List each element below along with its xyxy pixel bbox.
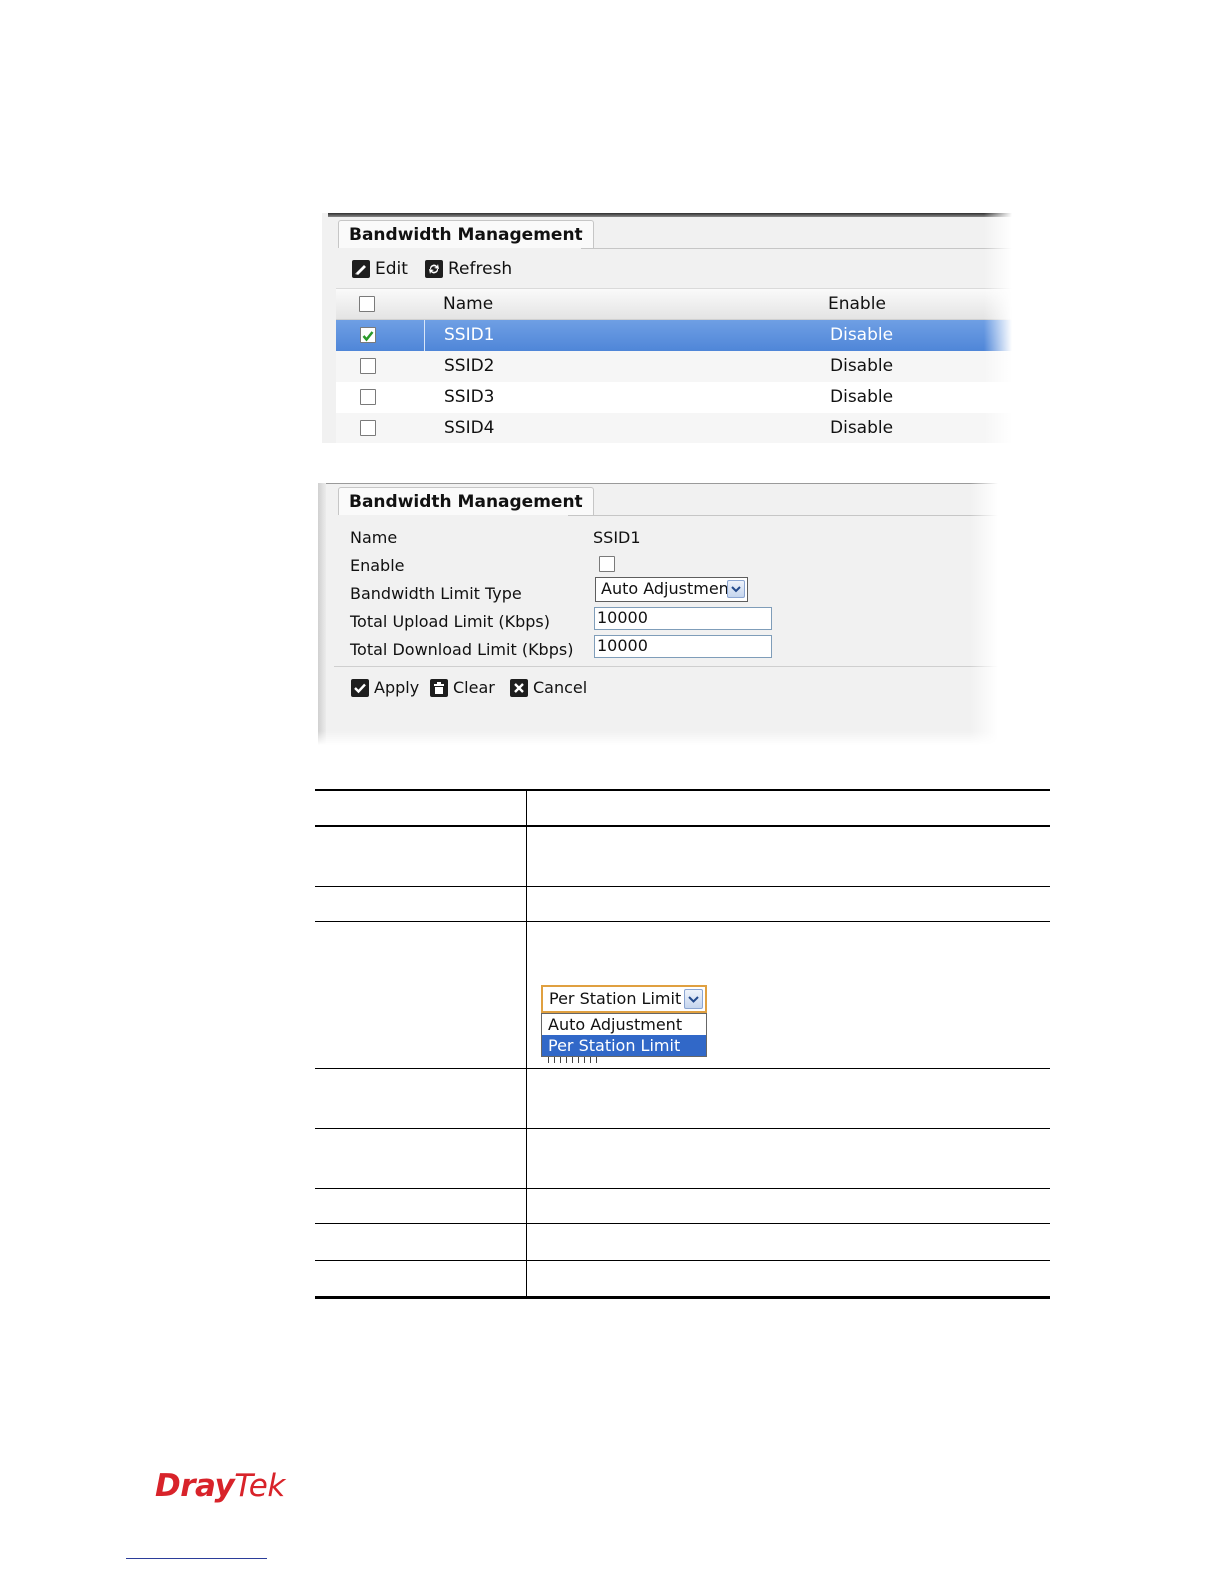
row-name: SSID1 xyxy=(444,325,495,345)
name-label: Name xyxy=(350,528,398,547)
refresh-icon xyxy=(425,260,443,278)
table-row-rule xyxy=(315,886,1050,887)
tab-bandwidth-management[interactable]: Bandwidth Management xyxy=(338,220,594,248)
column-header-name[interactable]: Name xyxy=(443,289,493,319)
apply-label: Apply xyxy=(374,678,420,697)
download-limit-label: Total Download Limit (Kbps) xyxy=(350,640,574,659)
row-enable: Disable xyxy=(830,418,894,438)
edge-fade xyxy=(970,483,998,745)
table-top-rule xyxy=(315,789,1050,791)
logo-text-dray: Dray xyxy=(155,1468,235,1504)
panel-top-border xyxy=(328,213,1012,217)
table-row[interactable]: SSID4 Disable xyxy=(336,413,1012,443)
tab-baseline xyxy=(581,248,1012,249)
upload-limit-input[interactable]: 10000 xyxy=(594,607,772,630)
form-divider xyxy=(334,666,998,667)
dropdown-option[interactable]: Per Station Limit xyxy=(542,1035,706,1056)
limit-type-dropdown-list: Auto Adjustment Per Station Limit xyxy=(541,1013,707,1057)
row-checkbox[interactable] xyxy=(360,389,376,405)
panel-left-border xyxy=(318,483,326,745)
table-header: Name Enable xyxy=(336,288,1012,320)
name-value: SSID1 xyxy=(593,528,641,547)
bandwidth-limit-type-label: Bandwidth Limit Type xyxy=(350,584,522,603)
table-bottom-rule xyxy=(315,1296,1050,1299)
cancel-label: Cancel xyxy=(533,678,588,697)
chevron-down-icon xyxy=(727,580,745,598)
bandwidth-list-panel: Bandwidth Management Edit Refresh Name E… xyxy=(322,213,1012,443)
row-enable: Disable xyxy=(830,325,894,345)
bandwidth-limit-type-value: Auto Adjustment xyxy=(601,579,736,598)
apply-button[interactable]: Apply xyxy=(351,678,419,697)
upload-limit-label: Total Upload Limit (Kbps) xyxy=(350,612,550,631)
table-row-rule xyxy=(315,921,1050,922)
row-checkbox[interactable] xyxy=(360,327,376,343)
bandwidth-edit-panel: Bandwidth Management Name SSID1 Enable B… xyxy=(318,483,998,745)
cancel-icon xyxy=(510,678,528,697)
row-name: SSID3 xyxy=(444,387,495,407)
refresh-label: Refresh xyxy=(448,259,513,279)
enable-label: Enable xyxy=(350,556,405,575)
table-row-rule xyxy=(315,1068,1050,1069)
row-divider xyxy=(424,320,425,351)
apply-icon xyxy=(351,678,369,697)
row-enable: Disable xyxy=(830,356,894,376)
select-all-checkbox[interactable] xyxy=(359,296,375,312)
row-enable: Disable xyxy=(830,387,894,407)
enable-checkbox[interactable] xyxy=(599,556,615,572)
row-checkbox[interactable] xyxy=(360,420,376,436)
chevron-down-icon xyxy=(684,989,703,1009)
tab-bandwidth-management[interactable]: Bandwidth Management xyxy=(338,487,594,515)
row-checkbox[interactable] xyxy=(360,358,376,374)
refresh-button[interactable]: Refresh xyxy=(425,259,512,279)
cancel-button[interactable]: Cancel xyxy=(510,678,587,697)
table-row[interactable]: SSID3 Disable xyxy=(336,382,1012,413)
logo-text-tek: Tek xyxy=(234,1468,285,1504)
table-row-rule xyxy=(315,1223,1050,1224)
table-row-rule xyxy=(315,1188,1050,1189)
table-row-rule xyxy=(315,1128,1050,1129)
draytek-logo: DrayTek xyxy=(155,1468,285,1504)
limit-type-dropdown[interactable]: Per Station Limit xyxy=(541,985,707,1013)
edge-fade-bottom xyxy=(318,731,998,745)
checkmark-icon xyxy=(362,331,374,342)
clear-label: Clear xyxy=(453,678,495,697)
limit-type-dropdown-value: Per Station Limit xyxy=(549,989,682,1008)
table-row[interactable]: SSID1 Disable xyxy=(336,320,1012,351)
row-name: SSID4 xyxy=(444,418,495,438)
column-header-enable[interactable]: Enable xyxy=(828,289,886,319)
table-row-rule xyxy=(315,1260,1050,1261)
edit-button[interactable]: Edit xyxy=(352,259,408,279)
edit-icon xyxy=(352,260,370,278)
dropdown-option[interactable]: Auto Adjustment xyxy=(542,1014,706,1035)
table-header-rule xyxy=(315,825,1050,827)
clear-icon xyxy=(430,678,448,697)
panel-top-border xyxy=(326,483,998,484)
clear-button[interactable]: Clear xyxy=(430,678,495,697)
table-column-rule xyxy=(526,790,527,1298)
input-fragment xyxy=(548,1057,598,1063)
row-name: SSID2 xyxy=(444,356,495,376)
footer-rule xyxy=(126,1558,267,1559)
tab-baseline xyxy=(568,515,998,516)
table-row[interactable]: SSID2 Disable xyxy=(336,351,1012,382)
download-limit-input[interactable]: 10000 xyxy=(594,635,772,658)
bandwidth-limit-type-select[interactable]: Auto Adjustment xyxy=(595,577,748,602)
edit-label: Edit xyxy=(375,259,408,279)
